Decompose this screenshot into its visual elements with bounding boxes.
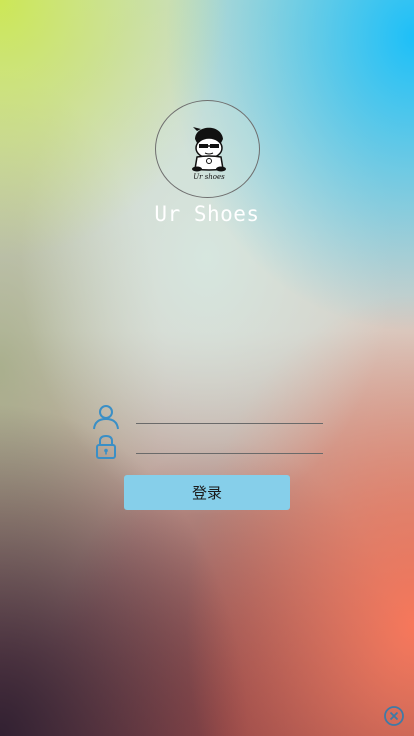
login-button[interactable]: 登录 [124, 475, 290, 510]
password-underline [136, 453, 323, 454]
username-input[interactable] [136, 400, 323, 422]
user-icon [93, 405, 119, 430]
password-input[interactable] [136, 430, 323, 452]
app-title: Ur Shoes [154, 202, 260, 226]
app-logo: Ur shoes [155, 100, 260, 198]
logo-text: Ur shoes [193, 173, 225, 181]
username-underline [136, 423, 323, 424]
logo-mascot-icon: Ur shoes [191, 127, 226, 181]
close-circle-icon[interactable] [383, 705, 405, 727]
lock-icon [96, 434, 116, 459]
